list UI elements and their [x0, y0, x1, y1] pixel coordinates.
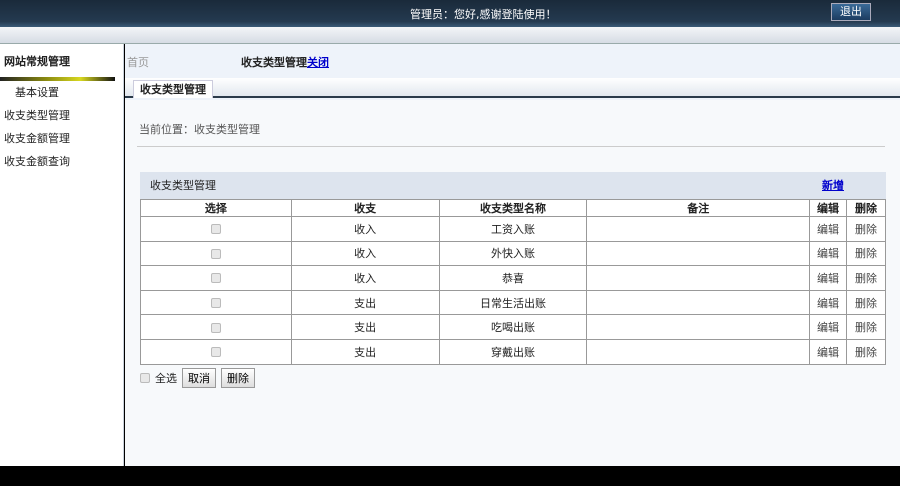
select-all-checkbox[interactable] — [140, 372, 150, 383]
table-row: 收入 工资入账 编辑 删除 — [140, 216, 886, 242]
row-checkbox[interactable] — [210, 273, 221, 284]
table-row: 收入 外快入账 编辑 删除 — [140, 240, 886, 267]
box-header: 收支类型管理 新增 — [140, 172, 886, 199]
col-header-delete: 删除 — [846, 199, 886, 217]
select-all-label: 全选 — [155, 371, 177, 385]
note-cell — [586, 314, 811, 340]
note-cell — [586, 240, 811, 267]
delete-cell: 删除 — [846, 314, 886, 340]
note-cell — [586, 216, 811, 242]
edit-cell: 编辑 — [809, 265, 847, 291]
current-position: 当前位置：收支类型管理 — [139, 123, 260, 136]
delete-cell: 删除 — [846, 338, 886, 365]
bottom-bar — [0, 466, 900, 486]
delete-link[interactable]: 删除 — [855, 272, 877, 285]
kind-cell: 支出 — [290, 314, 440, 340]
edit-link[interactable]: 编辑 — [817, 272, 839, 285]
sidebar: 网站常规管理 基本设置 收支类型管理 收支金额管理 收支金额查询 — [0, 44, 124, 466]
edit-link[interactable]: 编辑 — [817, 297, 839, 310]
row-checkbox[interactable] — [210, 224, 221, 235]
breadcrumb-home[interactable]: 首页 — [127, 54, 149, 70]
kind-cell: 支出 — [290, 289, 440, 316]
delete-selected-button[interactable]: 删除 — [221, 367, 255, 388]
select-cell — [140, 338, 292, 365]
name-cell: 外快入账 — [438, 240, 588, 267]
row-checkbox[interactable] — [210, 347, 221, 358]
delete-cell: 删除 — [846, 240, 886, 267]
select-cell — [140, 265, 292, 291]
sidebar-item-basic-settings[interactable]: 基本设置 — [0, 81, 123, 104]
table-row: 支出 穿戴出账 编辑 删除 — [140, 338, 886, 365]
delete-link[interactable]: 删除 — [855, 247, 877, 260]
note-cell — [586, 338, 811, 365]
kind-cell: 支出 — [290, 338, 440, 365]
sidebar-item-type-management[interactable]: 收支类型管理 — [0, 104, 123, 127]
tab-bar: 收支类型管理 — [125, 78, 900, 98]
row-checkbox[interactable] — [210, 298, 221, 309]
select-cell — [140, 216, 292, 242]
note-cell — [586, 265, 811, 291]
breadcrumb-current: 收支类型管理关闭 — [241, 54, 329, 70]
sidebar-item-amount-management[interactable]: 收支金额管理 — [0, 127, 123, 150]
delete-link[interactable]: 删除 — [855, 321, 877, 334]
breadcrumb-current-label: 收支类型管理 — [241, 56, 307, 69]
logout-button[interactable]: 退出 — [831, 3, 871, 21]
edit-link[interactable]: 编辑 — [817, 247, 839, 260]
name-cell: 穿戴出账 — [438, 338, 588, 365]
col-header-select: 选择 — [140, 199, 292, 217]
close-link[interactable]: 关闭 — [307, 56, 329, 69]
content-panel: 当前位置：收支类型管理 收支类型管理 新增 选择 收支 收支类型名称 备注 编辑… — [125, 100, 900, 466]
kind-cell: 收入 — [290, 240, 440, 267]
name-cell: 日常生活出账 — [438, 289, 588, 316]
delete-cell: 删除 — [846, 289, 886, 316]
col-header-note: 备注 — [586, 199, 811, 217]
edit-cell: 编辑 — [809, 216, 847, 242]
delete-cell: 删除 — [846, 216, 886, 242]
sidebar-item-amount-query[interactable]: 收支金额查询 — [0, 150, 123, 173]
type-table-box: 收支类型管理 新增 选择 收支 收支类型名称 备注 编辑 删除 收入 工资入账 … — [140, 172, 886, 388]
row-checkbox[interactable] — [210, 248, 221, 259]
type-table: 选择 收支 收支类型名称 备注 编辑 删除 收入 工资入账 编辑 删除 收入 外… — [140, 199, 886, 365]
box-title: 收支类型管理 — [150, 179, 216, 192]
edit-link[interactable]: 编辑 — [817, 346, 839, 359]
edit-cell: 编辑 — [809, 338, 847, 365]
delete-link[interactable]: 删除 — [855, 346, 877, 359]
name-cell: 恭喜 — [438, 265, 588, 291]
edit-link[interactable]: 编辑 — [817, 321, 839, 334]
delete-link[interactable]: 删除 — [855, 223, 877, 236]
name-cell: 工资入账 — [438, 216, 588, 242]
edit-cell: 编辑 — [809, 240, 847, 267]
cancel-button[interactable]: 取消 — [182, 367, 216, 388]
table-row: 收入 恭喜 编辑 删除 — [140, 265, 886, 291]
note-cell — [586, 289, 811, 316]
divider — [137, 146, 885, 147]
main-area: 首页 收支类型管理关闭 收支类型管理 当前位置：收支类型管理 收支类型管理 新增… — [125, 44, 900, 466]
table-footer: 全选 取消 删除 — [140, 367, 886, 388]
edit-cell: 编辑 — [809, 314, 847, 340]
table-row: 支出 日常生活出账 编辑 删除 — [140, 289, 886, 316]
top-bar: 管理员：您好,感谢登陆使用！ 退出 — [0, 0, 900, 27]
select-cell — [140, 289, 292, 316]
col-header-kind: 收支 — [290, 199, 440, 217]
table-row: 支出 吃喝出账 编辑 删除 — [140, 314, 886, 340]
edit-cell: 编辑 — [809, 289, 847, 316]
delete-link[interactable]: 删除 — [855, 297, 877, 310]
sidebar-title[interactable]: 网站常规管理 — [0, 44, 123, 77]
delete-cell: 删除 — [846, 265, 886, 291]
edit-link[interactable]: 编辑 — [817, 223, 839, 236]
col-header-edit: 编辑 — [809, 199, 847, 217]
tab-type-management[interactable]: 收支类型管理 — [133, 80, 213, 98]
kind-cell: 收入 — [290, 265, 440, 291]
col-header-name: 收支类型名称 — [438, 199, 588, 217]
row-checkbox[interactable] — [210, 322, 221, 333]
kind-cell: 收入 — [290, 216, 440, 242]
welcome-text: 管理员：您好,感谢登陆使用！ — [410, 8, 557, 21]
name-cell: 吃喝出账 — [438, 314, 588, 340]
add-link[interactable]: 新增 — [822, 172, 844, 199]
toolbar-strip — [0, 27, 900, 44]
select-cell — [140, 314, 292, 340]
select-cell — [140, 240, 292, 267]
